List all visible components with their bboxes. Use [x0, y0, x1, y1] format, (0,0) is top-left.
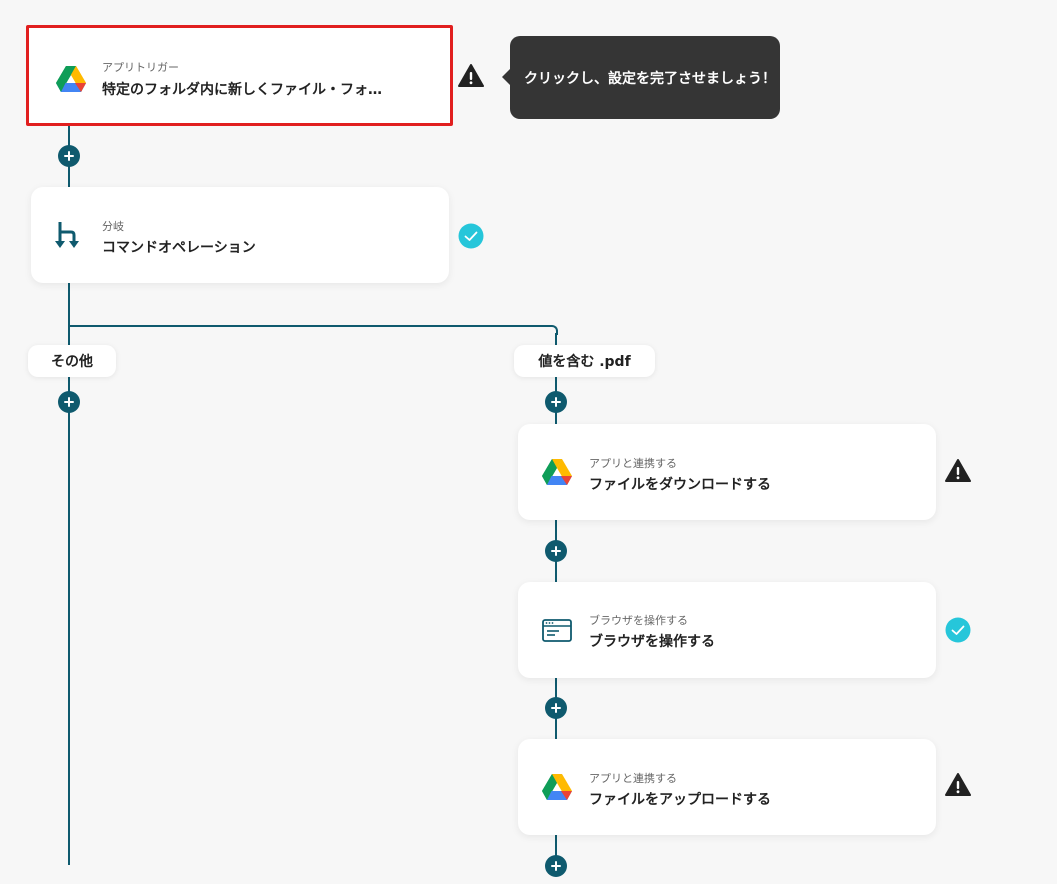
- browser-step-title: ブラウザを操作する: [589, 634, 715, 650]
- download-step-card[interactable]: アプリと連携する ファイルをダウンロードする: [518, 424, 936, 520]
- branch-subtitle: 分岐: [102, 220, 124, 233]
- trigger-title: 特定のフォルダ内に新しくファイル・フォ…: [102, 82, 382, 98]
- add-step-button-pdf-2[interactable]: [545, 540, 567, 562]
- branch-check-icon: [458, 223, 484, 249]
- download-step-title: ファイルをダウンロードする: [589, 477, 771, 493]
- plus-icon: [551, 703, 561, 713]
- branch-card[interactable]: 分岐 コマンドオペレーション: [31, 187, 449, 283]
- trigger-card[interactable]: アプリトリガー 特定のフォルダ内に新しくファイル・フォ…: [26, 25, 453, 126]
- plus-icon: [551, 861, 561, 871]
- plus-icon: [64, 151, 74, 161]
- add-step-button-1[interactable]: [58, 145, 80, 167]
- branch-label-condition: 値を含む .pdf: [514, 345, 655, 377]
- trigger-subtitle: アプリトリガー: [102, 61, 179, 74]
- browser-window-icon: [542, 619, 572, 642]
- trigger-warning-icon: [458, 64, 484, 87]
- google-drive-icon: [542, 459, 572, 485]
- add-step-button-pdf-1[interactable]: [545, 391, 567, 413]
- setup-tooltip: クリックし、設定を完了させましょう！: [502, 36, 780, 119]
- download-step-subtitle: アプリと連携する: [589, 457, 677, 470]
- upload-step-card[interactable]: アプリと連携する ファイルをアップロードする: [518, 739, 936, 835]
- add-step-button-pdf-4[interactable]: [545, 855, 567, 877]
- upload-step-subtitle: アプリと連携する: [589, 772, 677, 785]
- branch-label-other: その他: [28, 345, 116, 377]
- upload-warning-icon: [945, 773, 971, 796]
- branch-icon: [55, 222, 79, 248]
- plus-icon: [551, 397, 561, 407]
- plus-icon: [64, 397, 74, 407]
- tooltip-text: クリックし、設定を完了させましょう！: [524, 70, 776, 87]
- google-drive-icon: [56, 66, 86, 92]
- upload-step-title: ファイルをアップロードする: [589, 792, 771, 808]
- add-step-button-pdf-3[interactable]: [545, 697, 567, 719]
- download-warning-icon: [945, 459, 971, 482]
- browser-step-subtitle: ブラウザを操作する: [589, 614, 688, 627]
- branch-title: コマンドオペレーション: [102, 240, 256, 256]
- google-drive-icon: [542, 774, 572, 800]
- browser-step-card[interactable]: ブラウザを操作する ブラウザを操作する: [518, 582, 936, 678]
- plus-icon: [551, 546, 561, 556]
- connector-branch-horizontal: [68, 325, 550, 327]
- browser-check-icon: [945, 617, 971, 643]
- add-step-button-other[interactable]: [58, 391, 80, 413]
